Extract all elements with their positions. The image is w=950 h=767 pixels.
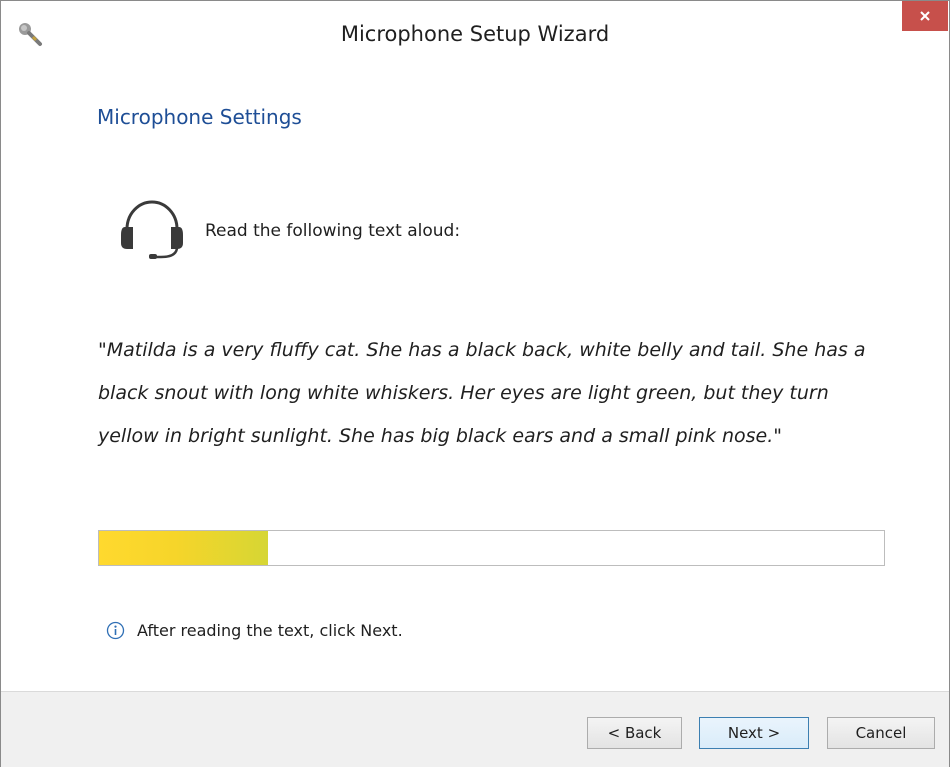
headset-icon [121,200,183,259]
back-button[interactable]: < Back [587,717,682,749]
voice-level-meter [98,530,885,566]
cancel-button[interactable]: Cancel [827,717,935,749]
hint-row: After reading the text, click Next. [106,621,403,640]
instruction-text: Read the following text aloud: [205,221,461,241]
next-button[interactable]: Next > [699,717,809,749]
info-icon [106,621,125,640]
title-bar: Microphone Setup Wizard [1,1,949,67]
window-title: Microphone Setup Wizard [340,22,610,46]
close-button[interactable] [902,1,948,31]
button-bar: < Back Next > Cancel [1,691,949,767]
close-icon [920,11,930,21]
reading-passage: "Matilda is a very fluffy cat. She has a… [98,339,866,447]
wizard-window: Microphone Setup Wizard Microphone Setti… [0,0,950,767]
page-heading: Microphone Settings [97,105,302,129]
hint-text: After reading the text, click Next. [137,621,403,640]
voice-level-fill [99,531,268,565]
